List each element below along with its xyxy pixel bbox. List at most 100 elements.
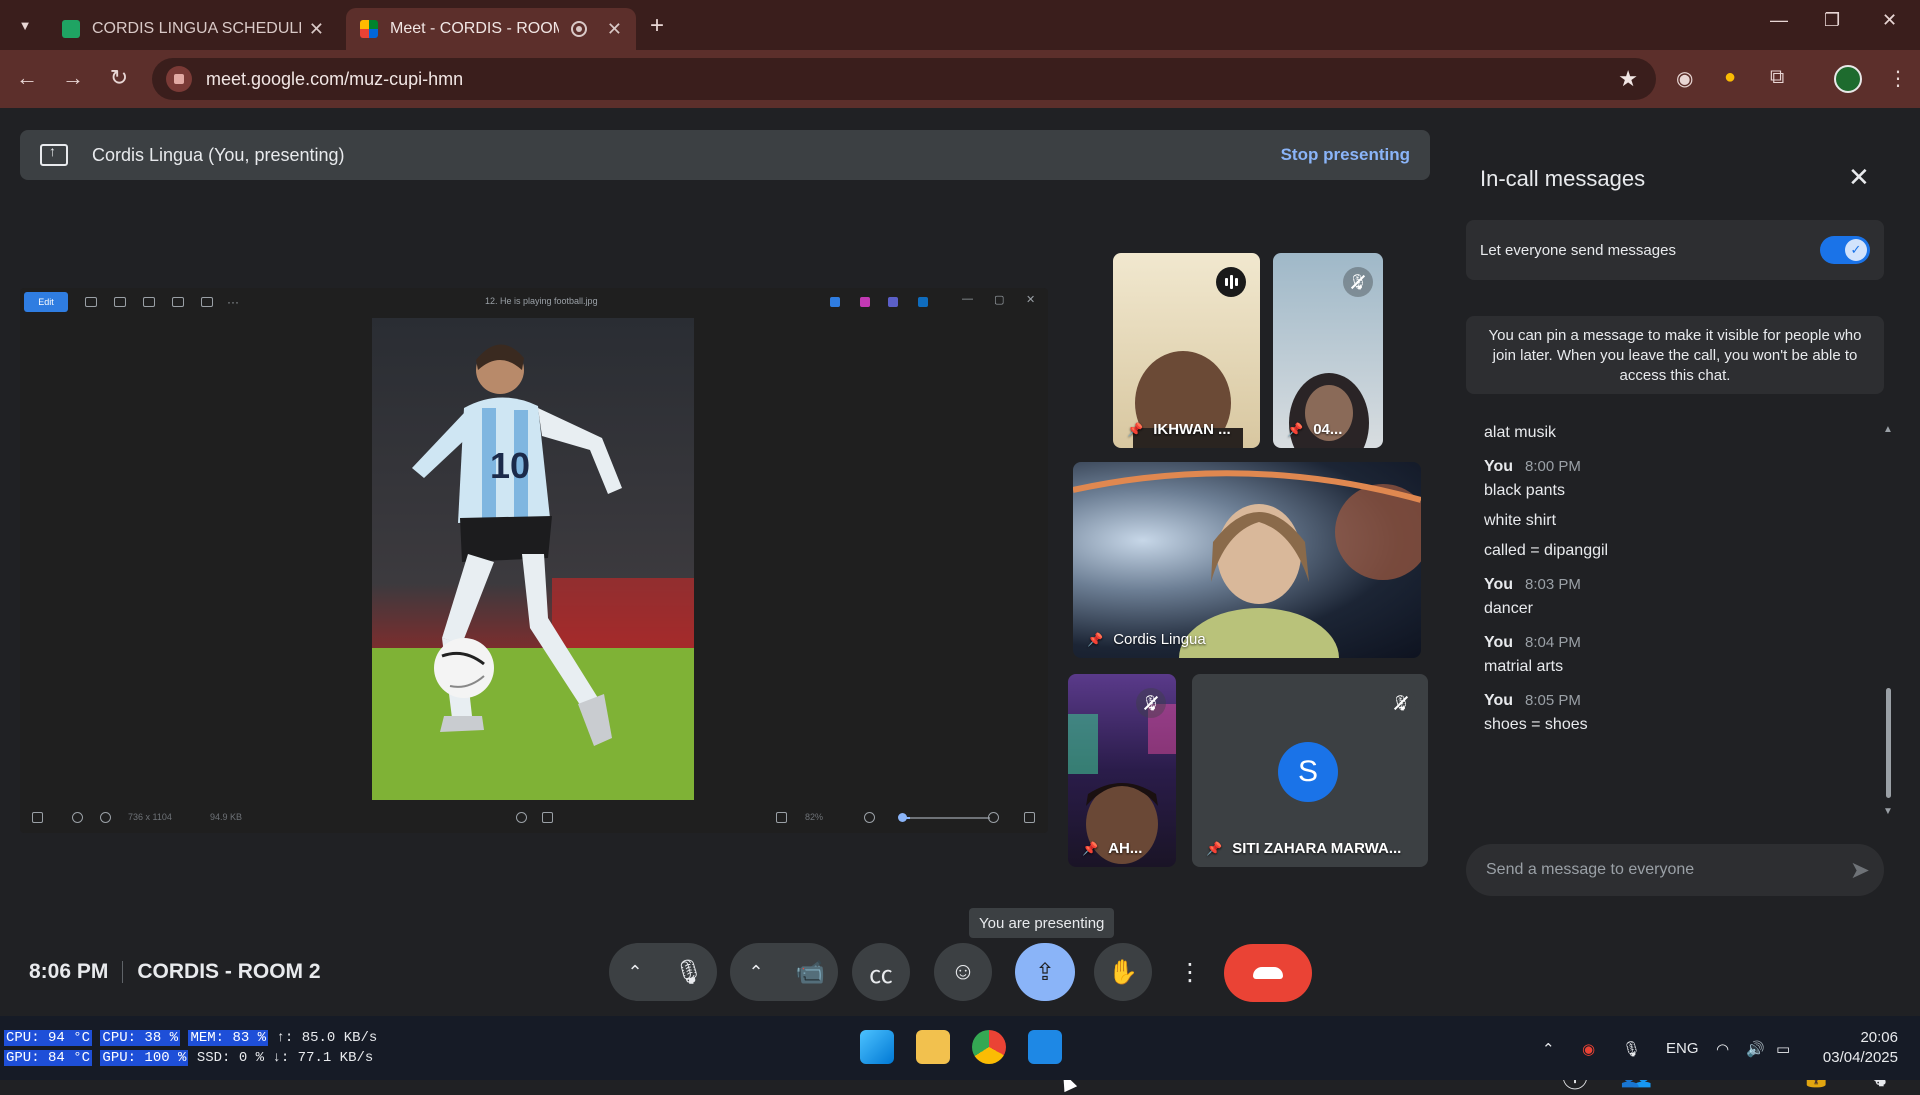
language-indicator[interactable]: ENG [1666,1040,1699,1057]
pin-icon[interactable]: 📌 [1082,841,1098,857]
zoom-slider-knob [898,813,907,822]
extensions-puzzle-icon[interactable]: ⧉ [1770,66,1784,89]
pin-info-note: You can pin a message to make it visible… [1466,316,1884,394]
send-messages-toggle[interactable] [1820,236,1870,264]
minimize-button[interactable]: — [1770,10,1788,31]
maximize-button[interactable]: ❐ [1824,10,1840,31]
raise-hand-button[interactable]: ✋ [1094,943,1152,1001]
hw-monitor-line-1: CPU: 94 °C CPU: 38 % MEM: 83 % ↑: 85.0 K… [4,1030,377,1046]
camera-control-group: ⌃ 📹 [730,943,838,1001]
meet-icon [360,20,378,38]
message-input[interactable] [1486,861,1850,879]
reload-button[interactable]: ↻ [104,65,134,91]
chat-setting: Let everyone send messages [1466,220,1884,280]
photos-app-icon[interactable] [1028,1030,1062,1064]
tab-search-button[interactable]: ▼ [9,11,41,39]
message-group: You 8:05 PM shoes = shoes [1484,692,1864,740]
file-explorer-icon[interactable] [916,1030,950,1064]
microphone-icon[interactable]: 🎙 [661,943,717,1001]
close-icon[interactable]: ✕ [1848,162,1870,193]
participant-video [1073,470,1421,658]
chrome-icon[interactable] [972,1030,1006,1064]
browser-menu-icon[interactable]: ⋮ [1888,66,1908,91]
send-icon[interactable]: ➤ [1850,856,1870,885]
new-tab-button[interactable]: + [650,12,664,40]
participant-avatar: S [1278,742,1338,802]
forward-button[interactable]: → [58,65,88,91]
participant-name: 📌 04... [1287,421,1343,438]
tray-overflow-icon[interactable]: ⌃ [1542,1040,1555,1058]
scroll-up-icon[interactable]: ▲ [1883,424,1893,435]
volume-icon[interactable]: 🔊 [1746,1040,1765,1058]
present-screen-icon [40,143,68,166]
audio-settings-caret-icon[interactable]: ⌃ [609,943,661,1001]
chat-title: In-call messages [1480,166,1646,191]
browser-tabstrip: ▼ CORDIS LINGUA SCHEDULE - G ✕ Meet - CO… [0,0,1920,50]
participant-tile-ikhwan[interactable]: 📌 IKHWAN ... [1113,253,1260,448]
fit-icon [776,812,787,823]
pin-icon[interactable]: 📌 [1127,422,1143,438]
site-info-icon[interactable] [166,66,192,92]
windows-start-icon[interactable] [860,1030,894,1064]
present-screen-button[interactable]: ⇪ [1015,943,1075,1001]
fullscreen-icon [1024,812,1035,823]
lightbulb-extension-icon[interactable]: ● [1724,66,1736,89]
mic-off-icon: 🎙 [1136,688,1166,718]
app-icon [888,297,898,307]
scroll-down-icon[interactable]: ▼ [1883,806,1893,817]
participant-name: 📌 SITI ZAHARA MARWA... [1206,840,1402,857]
tab-meet[interactable]: Meet - CORDIS - ROOM 2 ✕ [346,8,636,50]
incognito-extension-icon[interactable]: ◉ [1676,66,1693,91]
meeting-details: 8:06 PM CORDIS - ROOM 2 [29,960,321,984]
close-tab-icon[interactable]: ✕ [607,19,622,40]
pin-icon[interactable]: 📌 [1206,841,1222,857]
captions-button[interactable]: ㏄ [852,943,910,1001]
stop-presenting-button[interactable]: Stop presenting [1281,145,1410,165]
pin-icon[interactable]: 📌 [1287,422,1303,438]
tab-schedule[interactable]: CORDIS LINGUA SCHEDULE - G ✕ [48,8,338,50]
pin-icon[interactable]: 📌 [1087,632,1103,648]
participant-name: 📌 Cordis Lingua [1087,631,1206,648]
app-icon [860,297,870,307]
football-player-image: 10 [372,318,694,800]
camera-icon[interactable]: 📹 [782,943,838,1001]
net-download: ↓: 77.1 KB/s [272,1050,374,1066]
battery-icon[interactable]: ▭ [1776,1040,1790,1058]
message-text: dancer [1484,600,1533,617]
mic-off-icon: 🎙 [1386,688,1416,718]
antivirus-tray-icon[interactable]: ◉ [1582,1040,1595,1058]
chat-message-list: alat musik You 8:00 PM black pants white … [1484,418,1864,740]
chat-scrollbar[interactable] [1886,688,1891,798]
more-options-icon[interactable]: ⋮ [1172,943,1208,1001]
photo-close-icon: ✕ [1026,294,1036,306]
taskbar-clock[interactable]: 20:06 03/04/2025 [1823,1028,1898,1068]
end-call-button[interactable] [1224,944,1312,1002]
wifi-icon[interactable]: ◠ [1716,1040,1729,1058]
back-button[interactable]: ← [12,65,42,91]
mic-tray-icon[interactable]: 🎙 [1622,1040,1641,1058]
zoom-in-icon [988,812,999,823]
message-group: You 8:03 PM dancer [1484,576,1864,624]
participant-tile-ah[interactable]: 🎙 📌 AH... [1068,674,1176,867]
video-settings-caret-icon[interactable]: ⌃ [730,943,782,1001]
chat-message-field[interactable]: ➤ [1466,844,1884,896]
profile-avatar[interactable] [1834,65,1862,93]
close-tab-icon[interactable]: ✕ [309,19,324,40]
participant-tile-cordis-lingua[interactable]: 📌 Cordis Lingua [1073,462,1421,658]
close-window-button[interactable]: ✕ [1882,10,1897,31]
participant-tile-04[interactable]: 🎙 📌 04... [1273,253,1383,448]
url-text[interactable]: meet.google.com/muz-cupi-hmn [206,69,463,90]
emoji-reaction-button[interactable]: ☺ [934,943,992,1001]
photos-edit-button: Edit [24,292,68,312]
bookmark-star-icon[interactable]: ★ [1618,66,1638,92]
gpu-temp: GPU: 84 °C [4,1050,93,1066]
participant-name: 📌 AH... [1082,840,1143,857]
photo-maximize-icon: ▢ [994,294,1005,306]
address-bar[interactable]: meet.google.com/muz-cupi-hmn ★ [152,58,1656,100]
ssd-usage: SSD: 0 % [196,1050,265,1066]
windows-taskbar: CPU: 94 °C CPU: 38 % MEM: 83 % ↑: 85.0 K… [0,1016,1920,1080]
mic-control-group: ⌃ 🎙 [609,943,717,1001]
message-sender: You [1484,692,1514,709]
more-icon: ··· [227,295,239,309]
message-sender: You [1484,634,1514,651]
